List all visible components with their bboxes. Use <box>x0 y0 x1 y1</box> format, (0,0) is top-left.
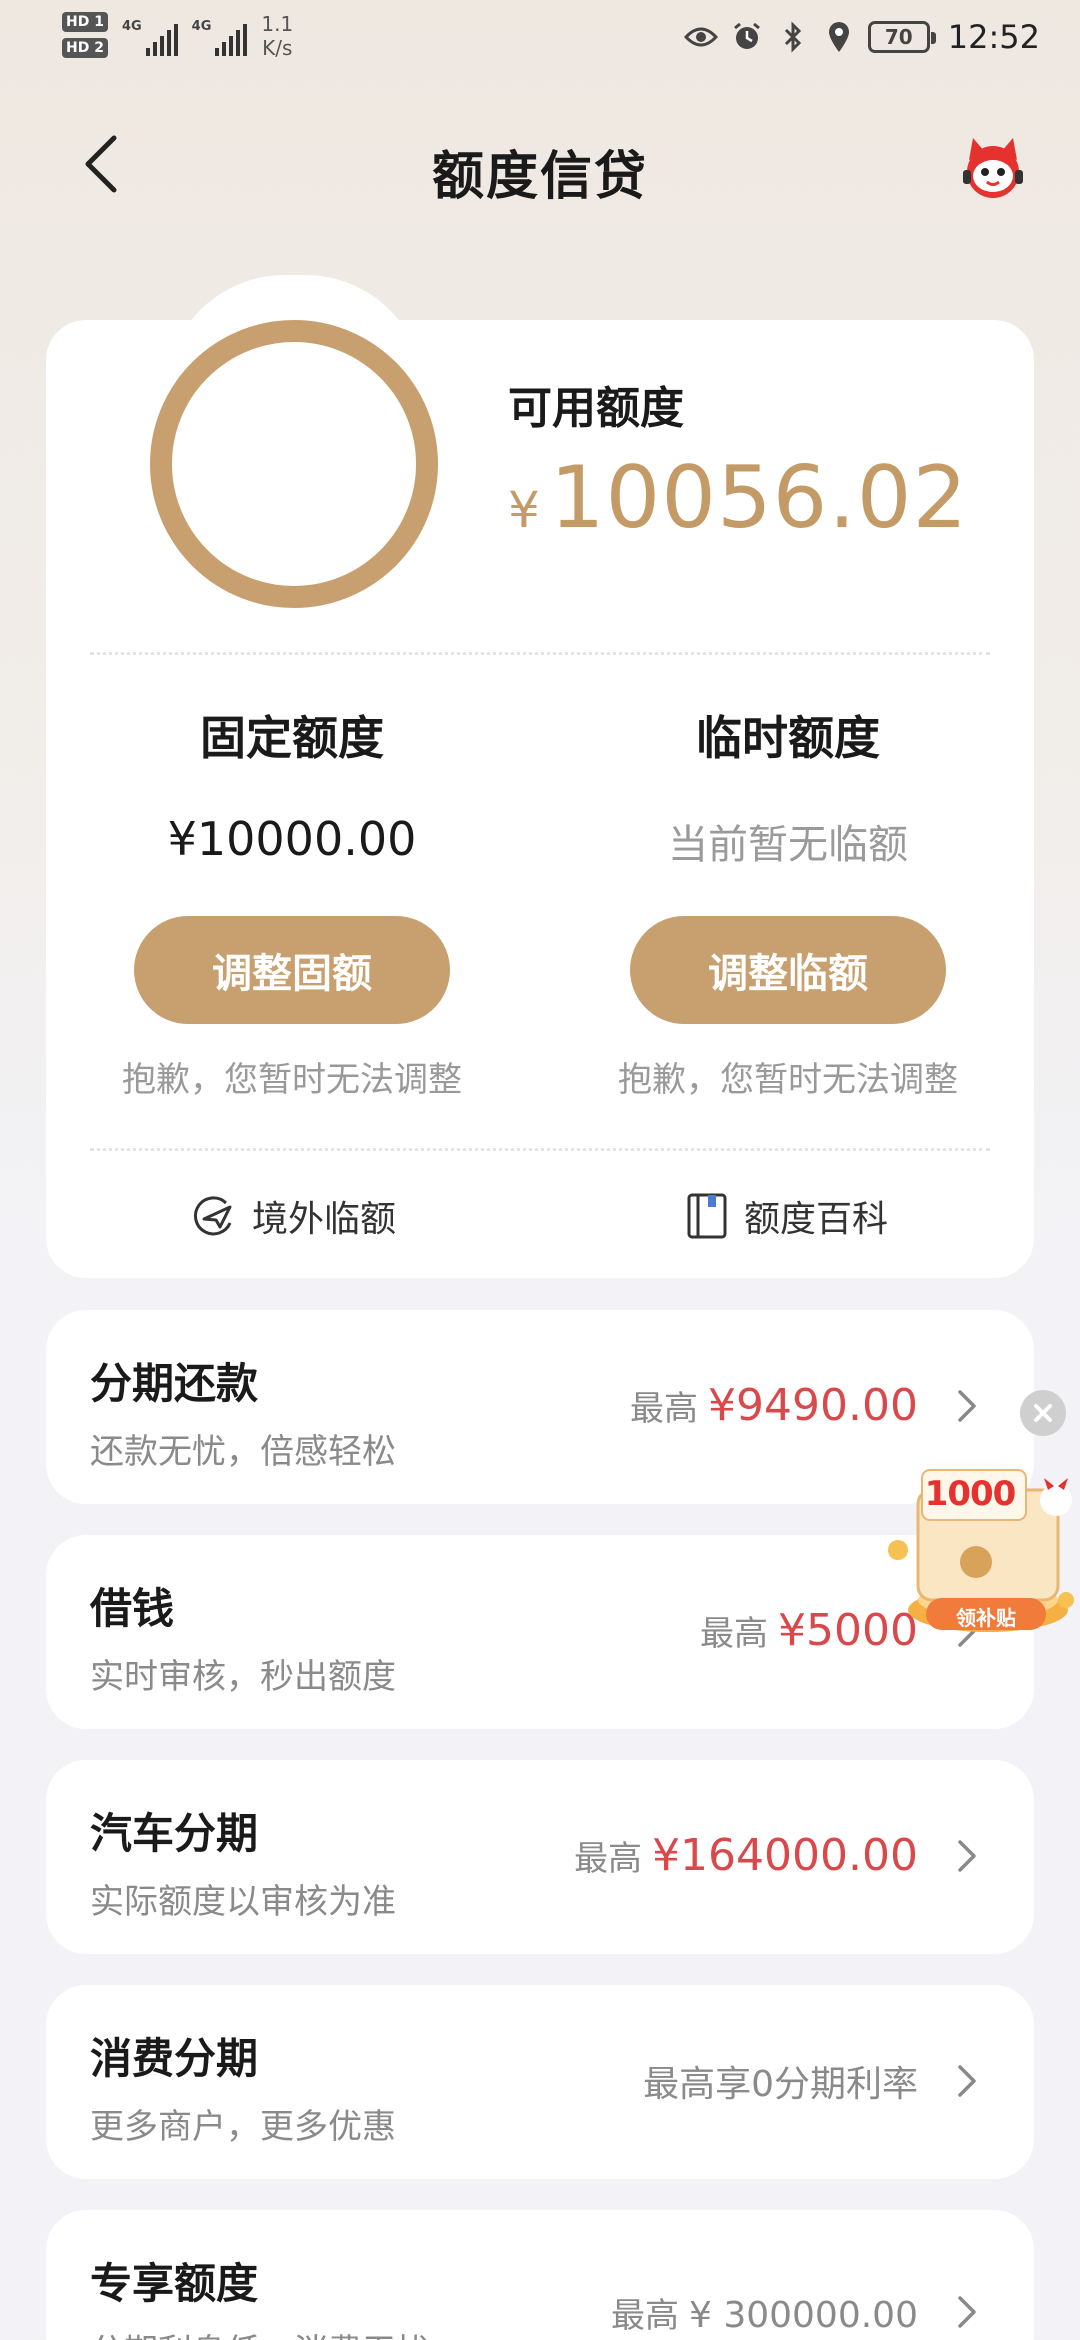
list-item-amount: 最高 ¥ 300000.00 <box>610 2295 918 2336</box>
divider-dotted <box>90 1148 990 1151</box>
temp-credit-note: 抱歉，您暂时无法调整 <box>618 1060 958 1100</box>
plane-globe-icon <box>193 1196 232 1236</box>
fixed-credit-note: 抱歉，您暂时无法调整 <box>122 1060 462 1100</box>
available-credit-amount: ¥ 10056.02 <box>508 448 968 548</box>
signal-2: 4G <box>192 12 248 56</box>
hd2-badge: HD 2 <box>62 38 108 58</box>
subsidy-promo-widget[interactable]: 1000 领补贴 <box>878 1450 1080 1650</box>
mascot-assistant-icon[interactable] <box>955 130 1031 206</box>
signal-bars-icon <box>145 24 178 56</box>
promo-amount: 1000 <box>924 1474 1017 1514</box>
temp-credit-value: 当前暂无临额 <box>668 822 908 868</box>
overseas-temp-credit-link[interactable]: 境外临额 <box>190 1190 396 1242</box>
clock-time: 12:52 <box>947 18 1040 56</box>
available-credit-label: 可用额度 <box>508 383 684 434</box>
book-icon <box>687 1193 727 1239</box>
fixed-credit-value: ¥10000.00 <box>167 812 417 866</box>
fixed-credit-column: 固定额度 ¥10000.00 调整固额 抱歉，您暂时无法调整 <box>82 702 502 1101</box>
available-amount-value: 10056.02 <box>549 448 969 548</box>
list-item-title: 汽车分期 <box>90 1809 259 1858</box>
eye-icon <box>683 20 718 54</box>
encyclopedia-link-label: 额度百科 <box>744 1199 889 1240</box>
bluetooth-icon <box>776 20 810 54</box>
divider-dotted <box>90 652 990 655</box>
chevron-right-icon <box>958 2296 976 2328</box>
location-icon <box>822 20 856 54</box>
hd1-badge: HD 1 <box>62 12 108 32</box>
list-item-exclusive-credit[interactable]: 专享额度 分期利息低，消费无忧 最高 ¥ 300000.00 <box>46 2210 1034 2340</box>
list-item-consumer-installment[interactable]: 消费分期 更多商户，更多优惠 最高享0分期利率 <box>46 1985 1034 2179</box>
promo-label: 领补贴 <box>956 1606 1016 1630</box>
page-title: 额度信贷 <box>431 147 648 207</box>
list-item-title: 专享额度 <box>90 2259 259 2308</box>
list-item-subtitle: 实时审核，秒出额度 <box>90 1657 396 1697</box>
list-item-amount: 最高 ¥164000.00 <box>574 1830 918 1881</box>
status-right: 70 12:52 <box>683 18 1040 56</box>
list-item-title: 消费分期 <box>90 2034 259 2083</box>
list-item-car-installment[interactable]: 汽车分期 实际额度以审核为准 最高 ¥164000.00 <box>46 1760 1034 1954</box>
temp-credit-column: 临时额度 当前暂无临额 调整临额 抱歉，您暂时无法调整 <box>578 702 998 1101</box>
status-bar: HD 1 HD 2 4G 4G 1.1 K/s 70 12:52 <box>0 0 1080 80</box>
close-promo-button[interactable] <box>1020 1390 1066 1436</box>
status-left: HD 1 HD 2 4G 4G 1.1 K/s <box>62 12 293 60</box>
list-item-subtitle: 更多商户，更多优惠 <box>90 2107 396 2147</box>
signal-bars-icon <box>215 24 248 56</box>
alarm-icon <box>730 20 764 54</box>
credit-encyclopedia-link[interactable]: 额度百科 <box>686 1190 888 1242</box>
list-item-subtitle: 分期利息低，消费无忧 <box>90 2324 430 2340</box>
list-item-amount: 最高 ¥9490.00 <box>630 1380 918 1431</box>
adjust-temp-button[interactable]: 调整临额 <box>630 916 946 1024</box>
currency-symbol: ¥ <box>508 481 540 539</box>
close-icon <box>1034 1404 1052 1422</box>
list-item-title: 借钱 <box>90 1584 175 1633</box>
list-item-subtitle: 还款无忧，倍感轻松 <box>90 1432 396 1472</box>
battery-icon: 70 <box>867 21 936 53</box>
credit-ring-chart <box>150 320 438 608</box>
app-header: 额度信贷 <box>0 110 1080 220</box>
list-item-amount: 最高享0分期利率 <box>643 2064 918 2105</box>
overseas-link-label: 境外临额 <box>252 1199 397 1240</box>
list-item-title: 分期还款 <box>90 1359 259 1408</box>
temp-credit-title: 临时额度 <box>696 711 880 765</box>
chevron-right-icon <box>958 1840 976 1872</box>
signal-1: 4G <box>122 12 178 56</box>
fixed-credit-title: 固定额度 <box>200 711 384 765</box>
list-item-subtitle: 实际额度以审核为准 <box>90 1882 396 1922</box>
adjust-fixed-button[interactable]: 调整固额 <box>134 916 450 1024</box>
chevron-right-icon <box>958 1390 976 1422</box>
chevron-right-icon <box>958 2065 976 2097</box>
network-speed: 1.1 K/s <box>261 12 294 60</box>
